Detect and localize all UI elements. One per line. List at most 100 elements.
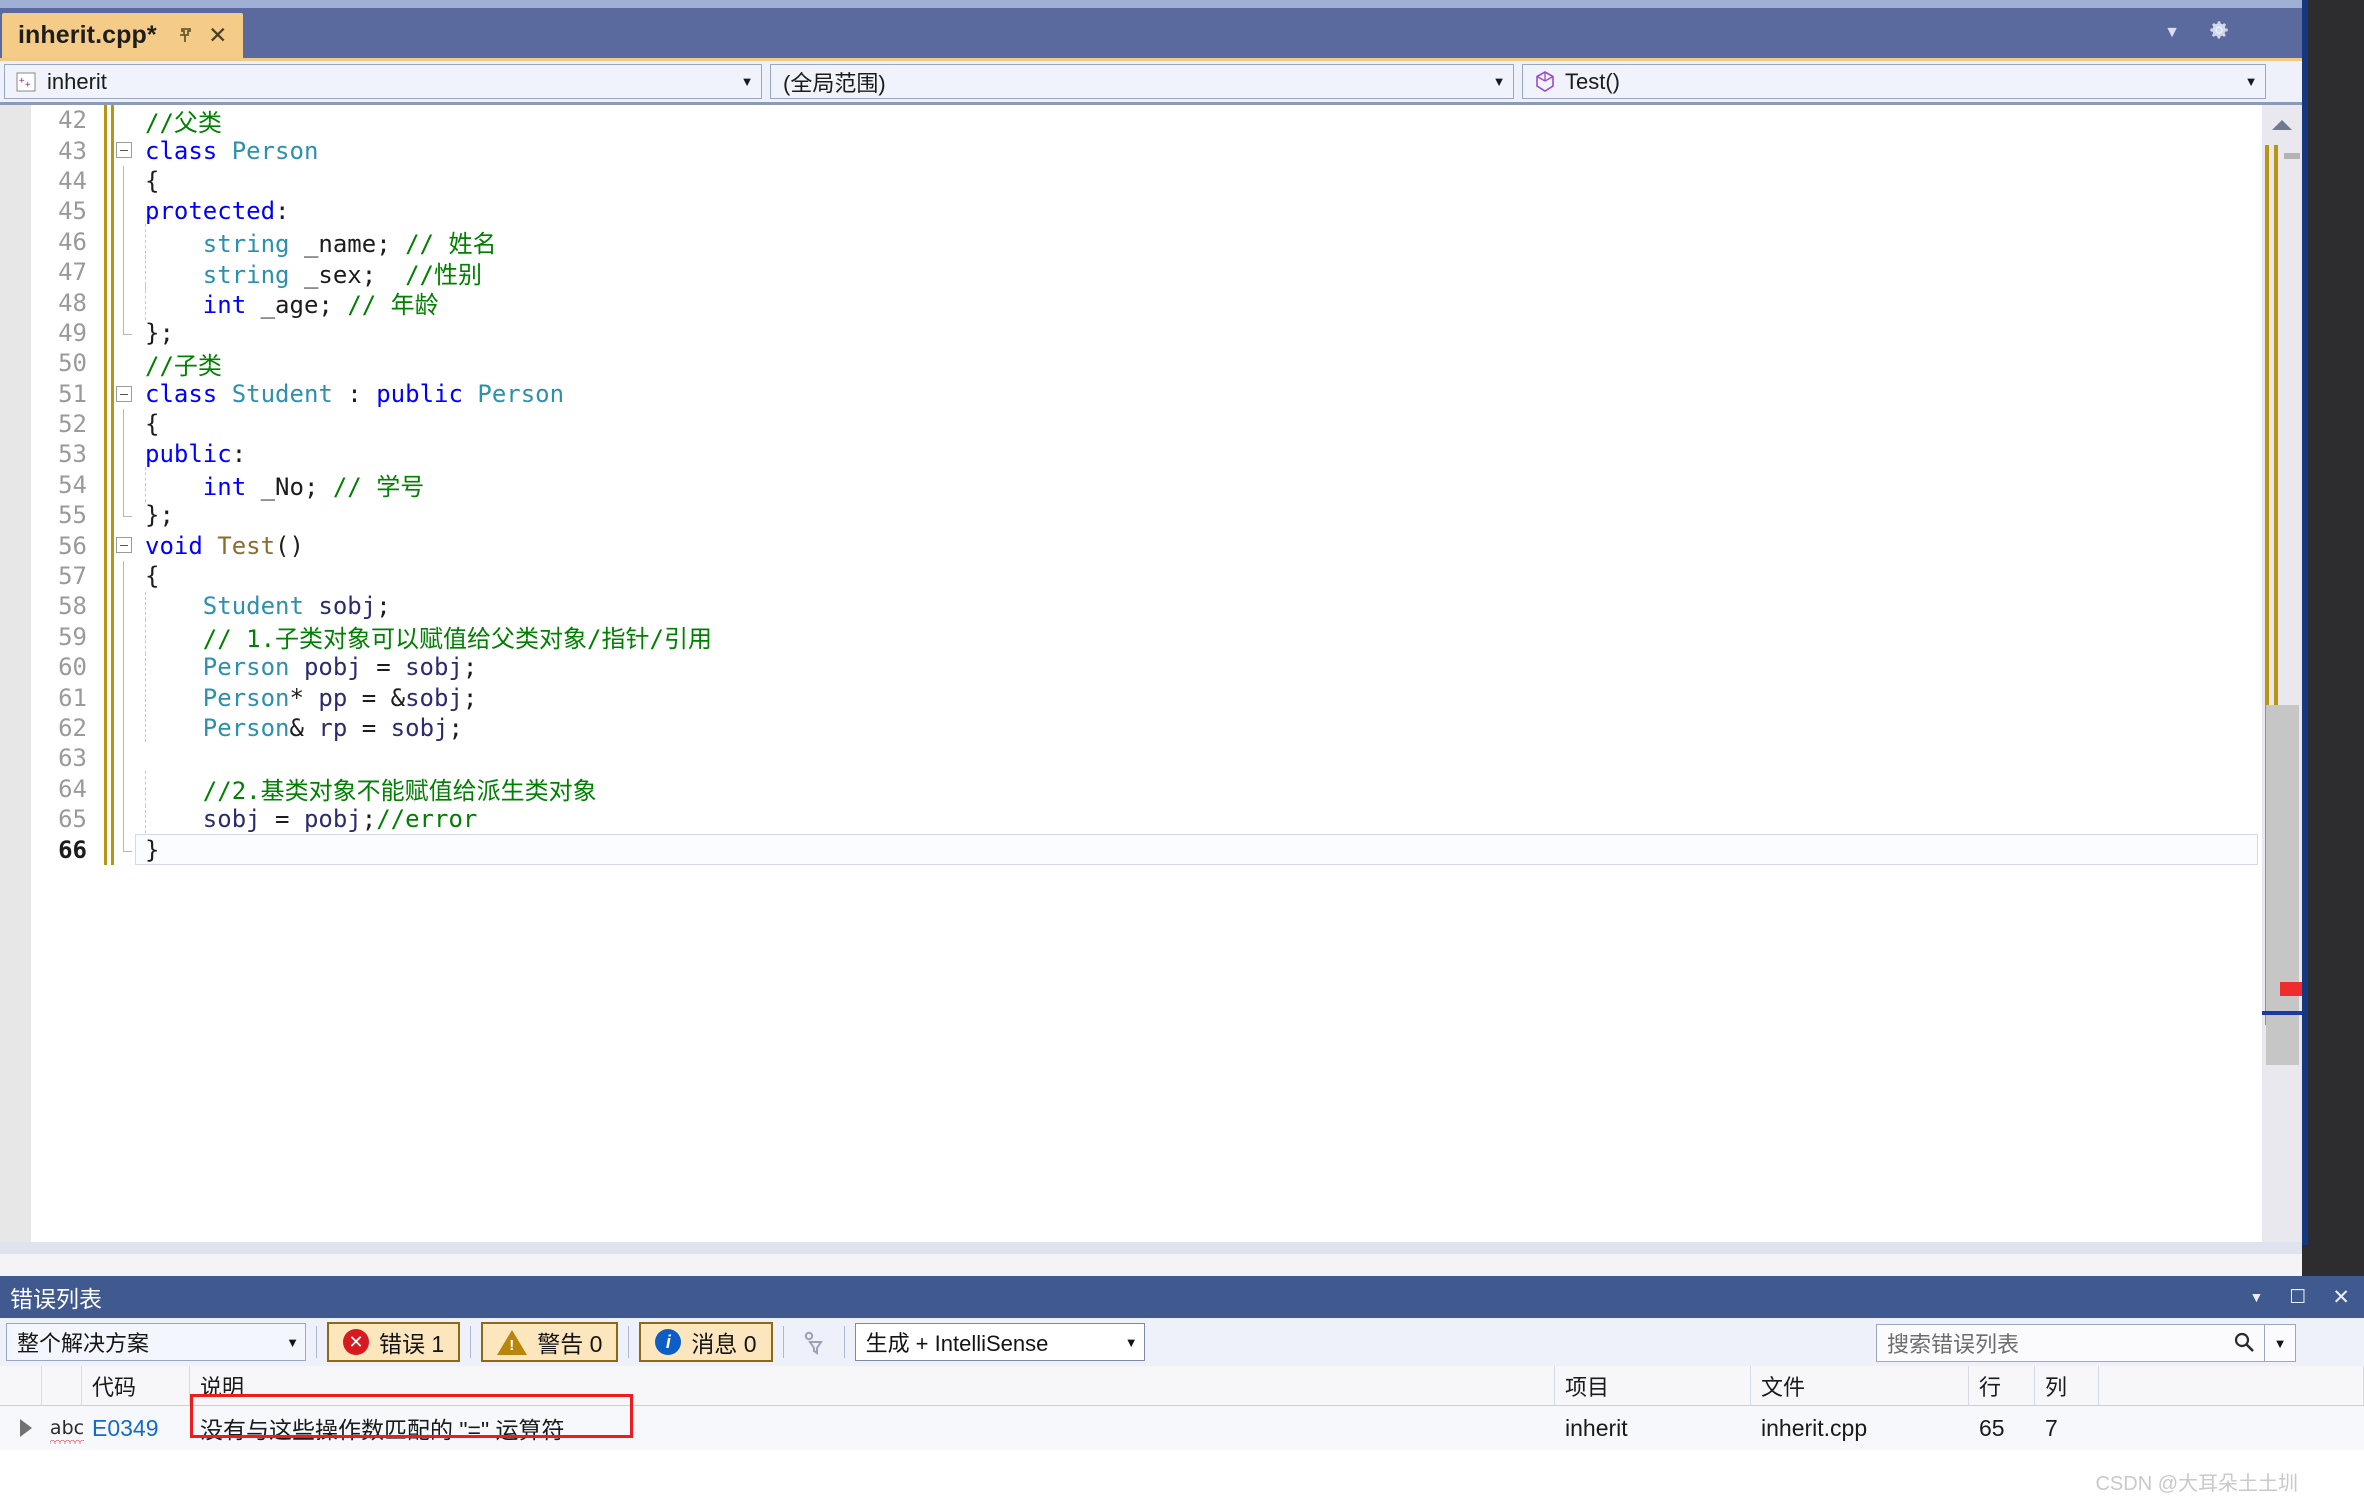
code-line-text[interactable]: int _No; // 学号 (135, 467, 2302, 503)
fold-margin[interactable] (115, 287, 135, 318)
error-description[interactable]: 没有与这些操作数匹配的 "=" 运算符 (190, 1406, 1555, 1450)
chevron-down-icon[interactable]: ▼ (2265, 1336, 2295, 1351)
column-header-column[interactable]: 列 (2035, 1366, 2099, 1405)
filter-funnel-icon[interactable] (794, 1322, 834, 1362)
code-line-text[interactable]: class Student : public Person (135, 380, 2302, 408)
code-line[interactable]: 42 //父类 (31, 103, 2302, 138)
code-line-text[interactable]: sobj = pobj;//error (135, 805, 2302, 834)
messages-filter-button[interactable]: i 消息 0 (639, 1322, 773, 1362)
fold-margin[interactable] (115, 834, 135, 864)
collapse-minus-icon[interactable] (116, 385, 132, 402)
code-line-text[interactable]: // 1.子类对象可以赋值给父类对象/指针/引用 (135, 619, 2302, 655)
code-line-text[interactable]: void Test() (135, 532, 2302, 560)
code-editor[interactable]: 42//父类 43 class Person 44{45 protected: 46 st… (0, 102, 2302, 1242)
code-line[interactable]: 44 { (31, 165, 2302, 197)
pin-icon[interactable] (175, 25, 197, 47)
code-line[interactable]: 60 Person pobj = sobj; (31, 652, 2302, 683)
window-float-icon[interactable]: ☐ (2289, 1286, 2306, 1309)
scroll-up-arrow-icon[interactable] (2262, 105, 2302, 145)
code-line[interactable]: 51 class Student : public Person (31, 378, 2302, 410)
code-line[interactable]: 48 int _age; // 年龄 (31, 285, 2302, 321)
window-dropdown-icon[interactable]: ▼ (2249, 1289, 2263, 1305)
code-line-text[interactable]: Person* pp = &sobj; (135, 683, 2302, 712)
code-line[interactable]: 50 //子类 (31, 346, 2302, 381)
member-scope-dropdown[interactable]: Test() ▼ (1522, 64, 2266, 99)
code-line[interactable]: 58 Student sobj; (31, 591, 2302, 623)
error-marker[interactable] (2280, 982, 2302, 996)
code-line[interactable]: 59 // 1.子类对象可以赋值给父类对象/指针/引用 (31, 619, 2302, 655)
fold-margin[interactable] (115, 773, 135, 804)
column-header-line[interactable]: 行 (1969, 1366, 2035, 1405)
fold-margin[interactable] (115, 379, 135, 409)
fold-margin[interactable] (115, 591, 135, 622)
code-line[interactable]: 61 Person* pp = &sobj; (31, 682, 2302, 714)
fold-margin[interactable] (115, 803, 135, 835)
collapse-minus-icon[interactable] (116, 142, 132, 159)
chevron-down-icon[interactable]: ▼ (1125, 1335, 1138, 1350)
fold-margin[interactable] (115, 196, 135, 227)
code-line-text[interactable]: }; (135, 501, 2302, 529)
code-line[interactable]: 65 sobj = pobj;//error (31, 803, 2302, 835)
fold-margin[interactable] (115, 712, 135, 744)
class-scope-dropdown[interactable]: + + inherit ▼ (4, 64, 762, 99)
errors-filter-button[interactable]: ✕ 错误 1 (327, 1322, 461, 1362)
code-line-text[interactable]: Student sobj; (135, 592, 2302, 621)
code-line-text[interactable]: class Person (135, 137, 2302, 165)
chevron-down-icon[interactable]: ▼ (286, 1335, 299, 1350)
code-line-text[interactable]: //子类 (135, 346, 2302, 381)
code-line-text[interactable]: public: (135, 440, 2302, 468)
editor-horizontal-scrollbar[interactable] (0, 1242, 2302, 1254)
fold-margin[interactable] (115, 408, 135, 440)
fold-margin[interactable] (115, 165, 135, 197)
fold-margin[interactable] (115, 256, 135, 288)
fold-margin[interactable] (115, 560, 135, 592)
column-header-description[interactable]: 说明 (190, 1366, 1555, 1405)
code-line[interactable]: 52 { (31, 408, 2302, 440)
code-line-text[interactable]: { (135, 410, 2302, 438)
fold-margin[interactable] (115, 682, 135, 713)
code-line-text[interactable]: { (135, 562, 2302, 590)
code-line[interactable]: 54 int _No; // 学号 (31, 467, 2302, 503)
code-line-text[interactable]: Person pobj = sobj; (135, 653, 2302, 682)
warnings-filter-button[interactable]: 警告 0 (481, 1322, 619, 1362)
chevron-down-icon[interactable]: ▼ (1485, 74, 1513, 89)
fold-margin[interactable] (115, 743, 135, 774)
code-text-area[interactable]: 42//父类 43 class Person 44{45 protected: 46 st… (31, 105, 2302, 1242)
code-line[interactable]: 46 string _name; // 姓名 (31, 224, 2302, 260)
fold-margin[interactable] (115, 652, 135, 683)
close-icon[interactable]: ✕ (207, 24, 229, 47)
code-line-text[interactable]: //父类 (135, 103, 2302, 138)
search-icon[interactable] (2224, 1330, 2264, 1356)
chevron-down-icon[interactable]: ▼ (2237, 74, 2265, 89)
fold-margin[interactable] (115, 530, 135, 560)
fold-margin[interactable] (115, 105, 135, 135)
gear-icon[interactable] (2206, 17, 2232, 48)
code-line[interactable]: 47 string _sex; //性别 (31, 254, 2302, 290)
code-line-text[interactable]: Person& rp = sobj; (135, 714, 2302, 742)
code-line[interactable]: 53 public: (31, 439, 2302, 471)
fold-margin[interactable] (115, 135, 135, 165)
fold-margin[interactable] (115, 348, 135, 378)
document-tab-inherit-cpp[interactable]: inherit.cpp* ✕ (2, 13, 243, 58)
column-header-file[interactable]: 文件 (1751, 1366, 1969, 1405)
breakpoint-margin[interactable] (0, 105, 31, 1242)
table-row[interactable]: abc E0349 没有与这些操作数匹配的 "=" 运算符 inherit in… (0, 1394, 2364, 1450)
fold-margin[interactable] (115, 500, 135, 530)
fold-margin[interactable] (115, 469, 135, 501)
code-line[interactable]: 55}; (31, 500, 2302, 531)
code-line[interactable]: 45 protected: (31, 196, 2302, 227)
code-line[interactable]: 49}; (31, 317, 2302, 349)
code-line[interactable]: 57 { (31, 560, 2302, 592)
chevron-down-icon[interactable]: ▼ (2164, 24, 2180, 41)
code-line-text[interactable]: } (135, 836, 2302, 864)
code-line-text[interactable]: //2.基类对象不能赋值给派生类对象 (135, 771, 2302, 807)
collapse-minus-icon[interactable] (116, 537, 132, 554)
column-header-code[interactable]: 代码 (82, 1366, 190, 1405)
code-line[interactable]: 62 Person& rp = sobj; (31, 712, 2302, 744)
fold-margin[interactable] (115, 439, 135, 470)
code-line-text[interactable]: protected: (135, 197, 2302, 225)
code-line[interactable]: 66} (31, 834, 2302, 866)
code-line-text[interactable]: int _age; // 年龄 (135, 285, 2302, 321)
expand-triangle-icon[interactable] (0, 1406, 42, 1450)
error-search-box[interactable]: 搜索错误列表 ▼ (1876, 1324, 2296, 1362)
